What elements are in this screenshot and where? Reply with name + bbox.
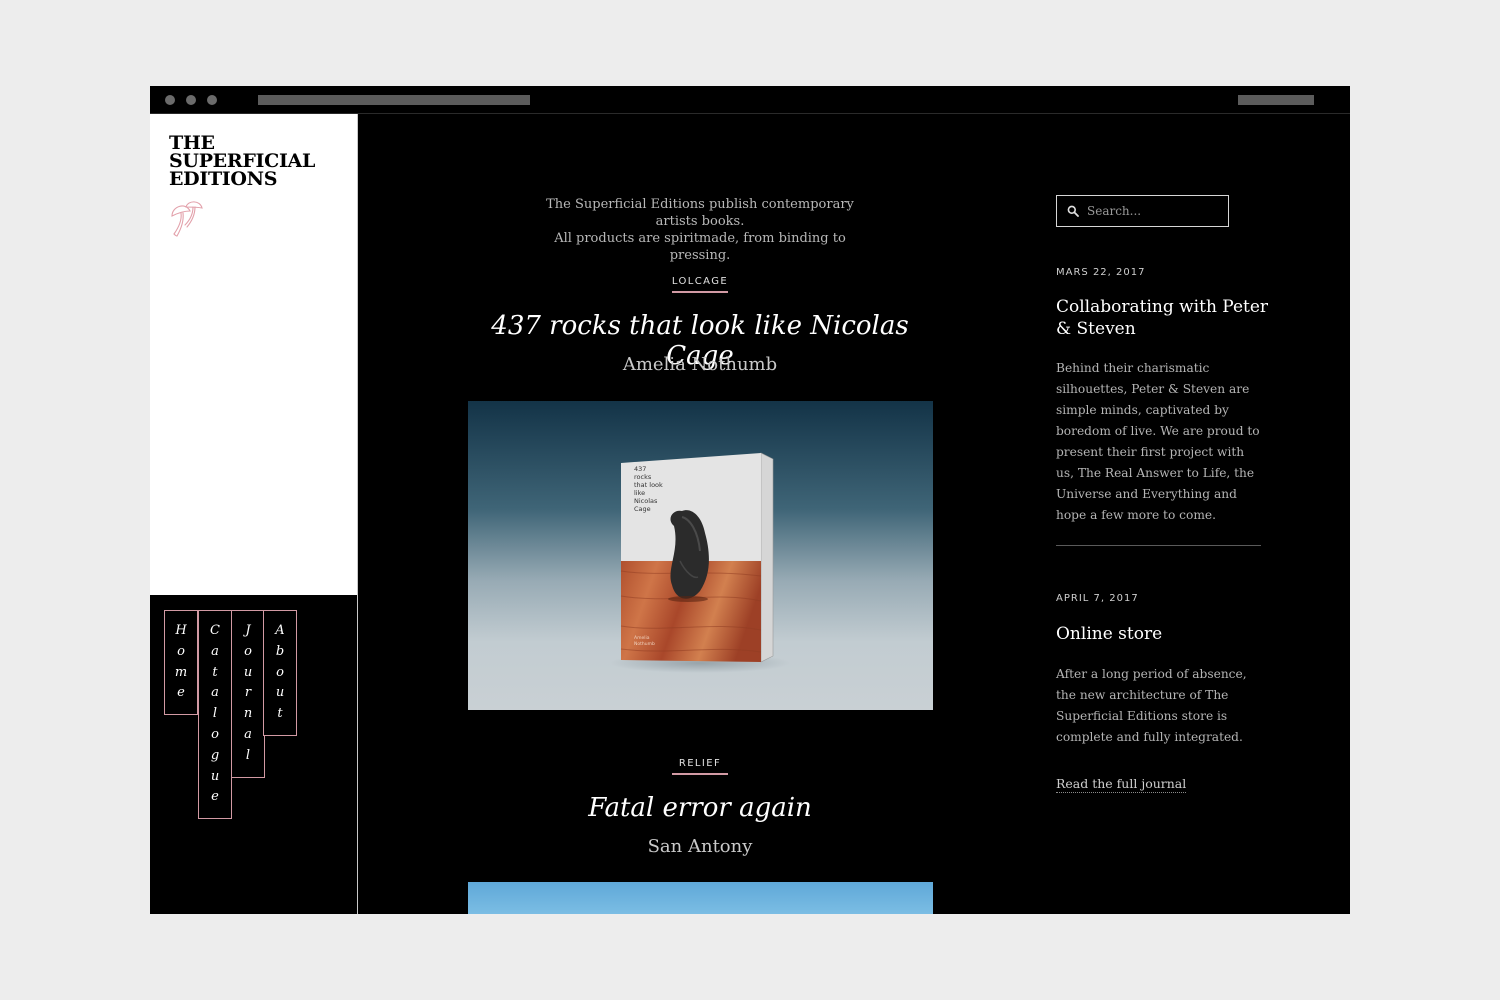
browser-toolbar-placeholder <box>1238 95 1314 105</box>
nav-letter: l <box>212 706 218 722</box>
cover-text-line: rocks <box>634 473 652 481</box>
journal-date: APRIL 7, 2017 <box>1056 593 1139 604</box>
category-label: RELIEF <box>678 758 722 769</box>
nav-letter: m <box>174 664 188 680</box>
nav-letter: A <box>275 623 285 638</box>
book-cover-image[interactable] <box>468 882 933 914</box>
nav-letter: u <box>243 664 253 680</box>
nav-letter: o <box>244 643 252 659</box>
nav-letter: u <box>275 685 285 701</box>
nav-letter: e <box>211 789 219 805</box>
nav-letter: a <box>211 643 219 659</box>
intro-line: The Superficial Editions publish contemp… <box>546 197 854 229</box>
window-minimize-dot[interactable] <box>186 95 196 105</box>
window-maximize-dot[interactable] <box>207 95 217 105</box>
cover-text-line: 437 <box>634 465 646 473</box>
nav-letter: o <box>276 664 284 680</box>
nav-letter: b <box>275 643 285 659</box>
cover-text-line: Nicolas <box>634 497 658 505</box>
cover-text-line: Cage <box>634 505 651 513</box>
search-icon <box>1067 205 1079 217</box>
nav-letter: o <box>177 643 185 659</box>
category-underline <box>672 291 728 293</box>
journal-title[interactable]: Online store <box>1056 623 1276 645</box>
nav-letter: a <box>211 685 219 701</box>
nav-letter: g <box>210 747 220 763</box>
nav-tab-journal[interactable]: J o u r n a l <box>231 610 265 778</box>
window-close-dot[interactable] <box>165 95 175 105</box>
nav-tab-home[interactable]: H o m e <box>164 610 198 716</box>
journal-body: Behind their charismatic silhouettes, Pe… <box>1056 361 1260 522</box>
site-logo[interactable]: THE SUPERFICIAL EDITIONS <box>169 134 315 190</box>
nav-letter: l <box>245 747 251 763</box>
book-mockup: 437 rocks that look like Nicolas Cage Am… <box>610 452 790 673</box>
intro-line: All products are spiritmade, from bindin… <box>554 231 846 263</box>
nav-letter: J <box>245 623 251 638</box>
cover-author-line: Nothumb <box>634 641 655 647</box>
book-category-tag[interactable]: LOLCAGE <box>620 276 780 293</box>
cover-text-line: that look <box>634 481 663 489</box>
sidebar-divider <box>357 114 358 914</box>
journal-divider <box>1056 545 1261 546</box>
browser-titlebar <box>150 86 1350 114</box>
journal-title[interactable]: Collaborating with Peter & Steven <box>1056 296 1276 340</box>
browser-window: THE SUPERFICIAL EDITIONS H o m e C a t a… <box>150 86 1350 914</box>
cover-text-line: like <box>634 489 645 497</box>
nav-letter: n <box>243 706 253 722</box>
nav-letter: C <box>210 623 220 638</box>
mushroom-icon <box>171 201 203 237</box>
sidebar-logo-panel: THE SUPERFICIAL EDITIONS <box>150 114 357 595</box>
read-full-journal-link[interactable]: Read the full journal <box>1056 776 1187 793</box>
nav-letter: u <box>210 768 220 784</box>
sidebar-navigation: H o m e C a t a l o g u e J o u r n a l … <box>150 595 357 914</box>
book-category-tag[interactable]: RELIEF <box>620 758 780 775</box>
nav-letter: r <box>244 685 252 701</box>
logo-line: EDITIONS <box>169 168 278 190</box>
nav-letter: a <box>244 726 252 742</box>
category-underline <box>672 773 728 775</box>
search-box[interactable] <box>1056 195 1229 227</box>
journal-date: MARS 22, 2017 <box>1056 267 1146 278</box>
book-author: Amelia Nothumb <box>622 354 778 375</box>
book-author: San Antony <box>647 836 753 857</box>
category-label: LOLCAGE <box>671 276 729 287</box>
site-intro: The Superficial Editions publish contemp… <box>528 196 872 264</box>
cover-author-line: Amelia <box>634 635 650 641</box>
nav-letter: t <box>277 706 283 722</box>
address-bar[interactable] <box>258 95 530 105</box>
book-cover-image[interactable]: 437 rocks that look like Nicolas Cage Am… <box>468 401 933 710</box>
nav-letter: o <box>211 726 219 742</box>
nav-letter: t <box>212 664 218 680</box>
book-title[interactable]: Fatal error again <box>468 793 932 823</box>
nav-tab-catalogue[interactable]: C a t a l o g u e <box>198 610 232 820</box>
nav-tab-about[interactable]: A b o u t <box>263 610 297 736</box>
journal-body: After a long period of absence, the new … <box>1056 667 1247 744</box>
nav-letter: H <box>175 623 187 638</box>
search-input[interactable] <box>1087 202 1223 220</box>
nav-letter: e <box>177 685 185 701</box>
